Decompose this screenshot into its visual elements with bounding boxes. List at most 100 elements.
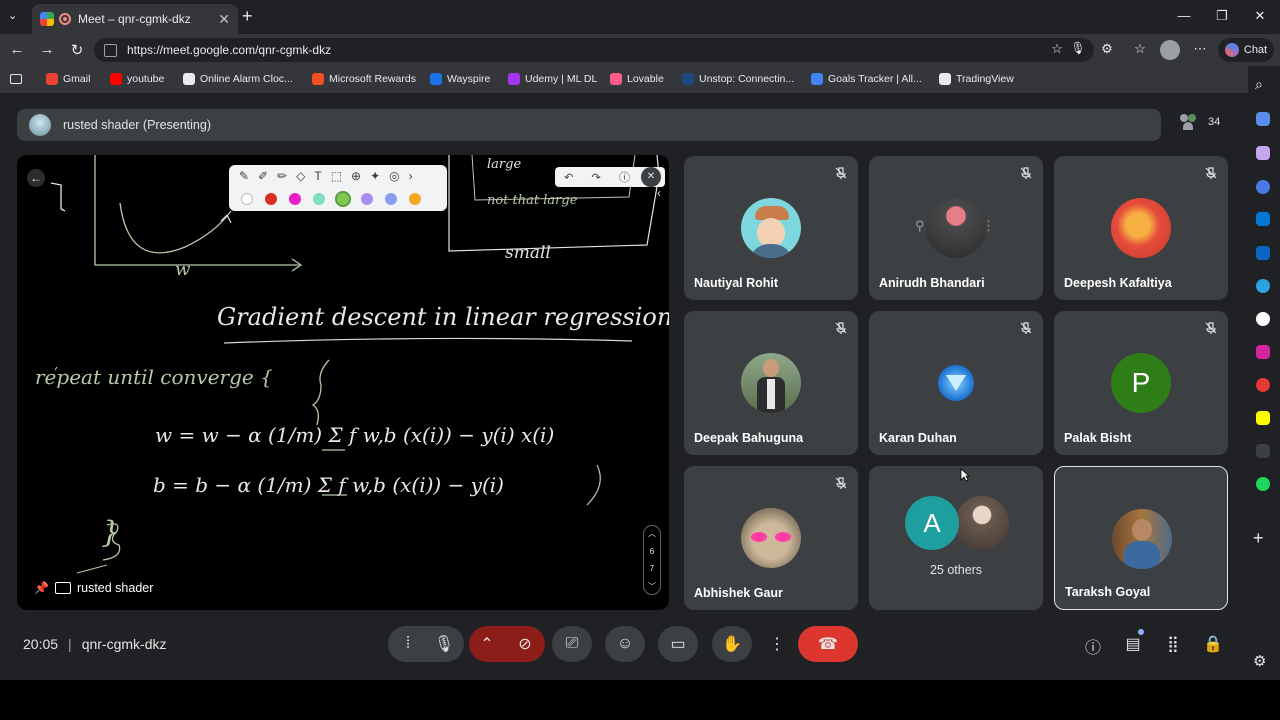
reading-list-icon[interactable] [10,74,22,84]
participants-button[interactable]: 34 [1178,112,1220,132]
bookmark-label: Gmail [63,73,91,85]
reactions-button[interactable]: ☺ [605,626,645,662]
color-green-swatch[interactable] [335,191,351,207]
new-tab-plus-icon[interactable]: + [242,6,253,27]
mic-permission-icon[interactable]: 🎙 [1068,41,1088,55]
camera-options-button[interactable]: ⌃ [469,626,505,662]
captions-button[interactable]: ▭ [658,626,698,662]
bookmark-item[interactable]: Wayspire [430,73,490,85]
minimize-icon[interactable]: — [1174,8,1194,23]
bookmark-item[interactable]: TradingView [939,73,1014,85]
pin-icon[interactable]: 📌 [34,581,49,595]
sidebar-tools-icon[interactable] [1256,146,1270,160]
audio-settings-button[interactable]: ⦙ [388,626,428,662]
color-red-swatch[interactable] [265,193,277,205]
redo-icon[interactable]: ↷ [592,171,601,184]
bookmark-label: Wayspire [447,73,491,85]
bookmark-item[interactable]: Online Alarm Cloc... [183,73,293,85]
raise-hand-button[interactable]: ✋ [712,626,752,662]
tile-overlay-controls[interactable]: ⚲ ⋮ [915,218,995,238]
undo-icon[interactable]: ↶ [564,171,573,184]
collapse-panel-chevron-icon[interactable]: ‹ [657,186,661,200]
bookmark-item[interactable]: youtube [110,73,164,85]
bookmark-item[interactable]: Microsoft Rewards [312,73,416,85]
activities-grid-icon[interactable]: ⣿ [1162,634,1184,656]
meeting-details-icon[interactable]: ⓘ [1082,634,1104,657]
participant-tile-deepak-bahuguna[interactable]: Deepak Bahuguna [684,311,858,455]
microphone-button[interactable]: 🎙 [424,626,464,662]
color-mint-swatch[interactable] [313,193,325,205]
present-screen-button[interactable]: ⎚ [552,626,592,662]
bookmark-item[interactable]: Goals Tracker | All... [811,73,922,85]
page-down-icon[interactable]: ﹀ [648,581,656,592]
whiteboard-top-word-2: not that large [487,193,578,208]
close-window-icon[interactable]: ✕ [1250,8,1270,24]
participant-name: Deepak Bahuguna [694,431,804,445]
participant-tile-deepesh-kafaltiya[interactable]: Deepesh Kafaltiya [1054,156,1228,300]
host-controls-lock-icon[interactable]: 🔒 [1202,634,1224,656]
page-up-icon[interactable]: ︿ [648,528,656,539]
sidebar-settings-gear-icon[interactable]: ⚙ [1253,652,1266,670]
meeting-info: 20:05 | qnr-cgmk-dkz [23,636,167,652]
sidebar-chatgpt-icon[interactable] [1256,312,1270,326]
profile-avatar[interactable] [1160,40,1180,60]
forward-arrow-icon[interactable]: → [37,41,57,58]
color-white-swatch[interactable] [241,193,253,205]
sidebar-app-icon[interactable] [1256,444,1270,458]
tab-list-chevron-icon[interactable]: ⌄ [8,9,17,22]
leave-call-button[interactable]: ☎ [798,626,858,662]
color-magenta-swatch[interactable] [289,193,301,205]
chat-icon[interactable]: ▤ [1122,634,1144,656]
toolbar-tool-icons[interactable]: ✎✐✏◇T⬚⊕✦◎› [239,169,422,183]
copilot-chat-button[interactable]: Chat [1218,38,1274,62]
site-info-icon[interactable] [104,43,117,57]
presenter-name: rusted shader [76,581,154,595]
sidebar-linkedin-icon[interactable] [1256,246,1270,260]
maximize-icon[interactable]: ❐ [1212,8,1232,24]
camera-toggle-button[interactable]: ⊘ [505,626,545,662]
participant-name: Deepesh Kafaltiya [1064,276,1172,290]
sidebar-instagram-icon[interactable] [1256,345,1270,359]
participant-tile-anirudh-bhandari[interactable]: ⚲ ⋮ Anirudh Bhandari [869,156,1043,300]
close-tab-icon[interactable]: ✕ [218,11,230,28]
bookmark-item[interactable]: Udemy | ML DL [508,73,597,85]
sidebar-add-icon[interactable]: + [1253,528,1264,549]
participant-tile-karan-duhan[interactable]: Karan Duhan [869,311,1043,455]
chevron-up-icon: ⌃ [480,636,494,653]
more-options-button[interactable]: ⋮ [765,626,789,662]
color-blue-swatch[interactable] [385,193,397,205]
reload-icon[interactable]: ↻ [67,41,87,59]
participant-tile-palak-bisht[interactable]: P Palak Bisht [1054,311,1228,455]
bookmark-item[interactable]: Lovable [610,73,664,85]
more-menu-icon[interactable]: ⋯ [1190,41,1210,57]
sidebar-tag-icon[interactable] [1256,112,1270,126]
bookmark-label: Microsoft Rewards [329,73,416,85]
sidebar-copilot-icon[interactable] [1256,180,1270,194]
extensions-icon[interactable]: ⚙ [1097,41,1117,57]
participant-tile-nautiyal-rohit[interactable]: Nautiyal Rohit [684,156,858,300]
color-orange-swatch[interactable] [409,193,421,205]
participant-tile-abhishek-gaur[interactable]: Abhishek Gaur [684,466,858,610]
address-bar[interactable]: https://meet.google.com/qnr-cgmk-dkz [94,38,1094,62]
sidebar-outlook-icon[interactable] [1256,212,1270,226]
copilot-icon [1224,43,1239,57]
info-icon[interactable]: ⓘ [619,169,630,185]
sidebar-spotify-icon[interactable] [1256,477,1270,491]
back-arrow-icon[interactable]: ← [27,169,45,187]
participant-tile-taraksh-goyal[interactable]: Taraksh Goyal [1054,466,1228,610]
sidebar-telegram-icon[interactable] [1256,279,1270,293]
bookmark-item[interactable]: Unstop: Connectin... [682,73,794,85]
bookmark-item[interactable]: Gmail [46,73,90,85]
whiteboard-closing-brace: } [101,515,121,550]
browser-tab-meet[interactable]: Meet – qnr-cgmk-dkz ✕ [32,4,238,34]
color-purple-swatch[interactable] [361,193,373,205]
sidebar-youtube-icon[interactable] [1256,378,1270,392]
sidebar-search-icon[interactable]: ⌕ [1255,76,1263,93]
sidebar-snapchat-icon[interactable] [1256,411,1270,425]
page-navigator[interactable]: ︿ 6 7 ﹀ [643,525,661,595]
participant-tile-others[interactable]: A 25 others [869,466,1043,610]
favorites-icon[interactable]: ☆ [1130,41,1150,57]
back-arrow-icon[interactable]: ← [7,41,27,58]
bookmark-star-icon[interactable]: ☆ [1047,41,1067,57]
participant-name: Abhishek Gaur [694,586,783,600]
